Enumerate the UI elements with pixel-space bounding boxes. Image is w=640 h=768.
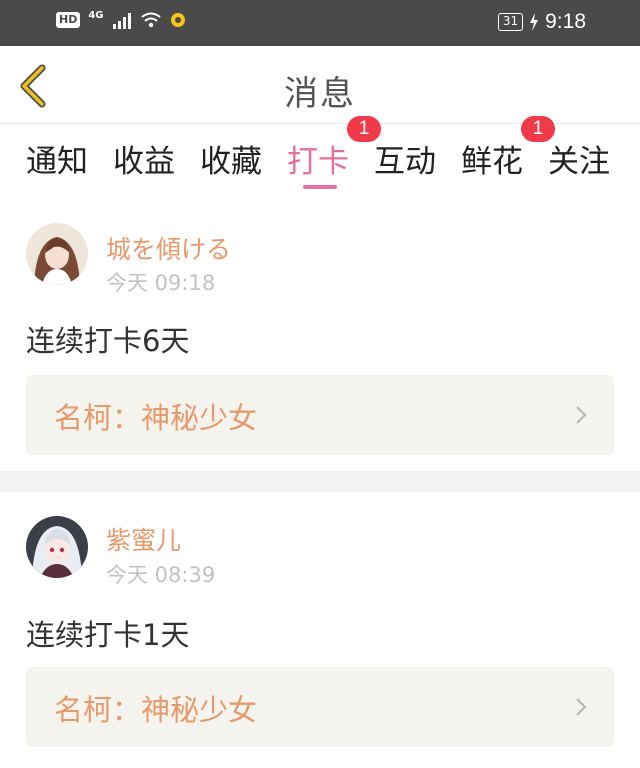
story-link[interactable]: 名柯：神秘少女 <box>26 375 614 455</box>
network-type: 4G <box>88 9 104 21</box>
tab-interaction[interactable]: 互动 <box>374 136 436 181</box>
status-bar: HD 4G 31 9:18 <box>0 0 640 46</box>
story-link[interactable]: 名柯：神秘少女 <box>26 667 614 747</box>
story-title: 名柯：神秘少女 <box>54 693 258 727</box>
chevron-right-icon <box>576 406 587 424</box>
tab-flowers[interactable]: 鲜花 <box>461 136 523 181</box>
tab-bar: 通知 收益 收藏 打卡 1 互动 鲜花 1 关注 <box>0 116 640 206</box>
battery-indicator: 31 <box>497 13 524 31</box>
username[interactable]: 城を傾ける <box>106 230 231 266</box>
charging-icon <box>530 13 539 31</box>
message-text: 连续打卡6天 <box>26 324 190 358</box>
avatar[interactable] <box>26 223 88 285</box>
tab-follow[interactable]: 关注 <box>548 136 610 181</box>
message-text: 连续打卡1天 <box>26 618 190 652</box>
header: 消息 <box>0 46 640 124</box>
message-card: 城を傾ける 今天 09:18 连续打卡6天 名柯：神秘少女 <box>0 206 640 471</box>
username[interactable]: 紫蜜儿 <box>106 521 181 557</box>
active-tab-indicator <box>303 185 337 189</box>
hd-indicator: HD <box>56 12 81 28</box>
story-title: 名柯：神秘少女 <box>54 401 258 435</box>
notification-icon <box>170 13 185 27</box>
tab-notice[interactable]: 通知 <box>26 136 88 181</box>
signal-icon <box>112 13 131 29</box>
status-right: 31 9:18 <box>497 10 586 34</box>
tab-favorites[interactable]: 收藏 <box>200 136 262 181</box>
tab-checkin[interactable]: 打卡 <box>287 136 349 181</box>
status-time: 9:18 <box>545 10 586 33</box>
timestamp: 今天 08:39 <box>106 563 216 587</box>
avatar[interactable] <box>26 516 88 578</box>
message-card: 紫蜜儿 今天 08:39 连续打卡1天 名柯：神秘少女 <box>0 492 640 768</box>
chevron-right-icon <box>576 698 587 716</box>
page-title: 消息 <box>284 74 356 114</box>
tab-earnings[interactable]: 收益 <box>113 136 175 181</box>
timestamp: 今天 09:18 <box>106 271 216 295</box>
status-left: HD 4G <box>56 9 186 29</box>
wifi-icon <box>140 12 161 28</box>
